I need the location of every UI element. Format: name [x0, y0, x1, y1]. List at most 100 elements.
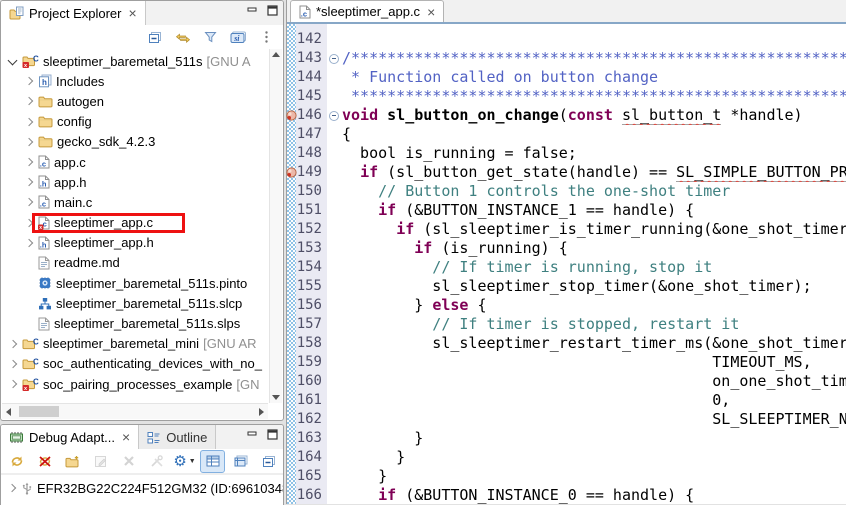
code-line[interactable]: 152 if (sl_sleeptimer_is_timer_running(&… — [287, 220, 846, 239]
fold-column[interactable] — [327, 106, 342, 125]
fold-column — [327, 315, 342, 334]
fold-column — [327, 277, 342, 296]
fold-collapse-icon[interactable] — [329, 111, 339, 121]
debug-adapter-row[interactable]: EFR32BG22C224F512GM32 (ID:69610348 — [1, 474, 283, 501]
tree-item[interactable]: sleeptimer_baremetal_511s.pinto — [2, 273, 268, 293]
filter-button[interactable] — [198, 26, 223, 49]
tree-item[interactable]: .happ.h — [2, 172, 268, 192]
si-filter-button[interactable]: si — [226, 26, 251, 49]
view-menu-button[interactable] — [254, 26, 279, 49]
code-line[interactable]: 147{ — [287, 125, 846, 144]
code-line[interactable]: 162 SL_SLEEPTIMER_N — [287, 410, 846, 429]
gutter-annotation — [287, 106, 296, 125]
pe-vscrollbar[interactable] — [269, 49, 282, 403]
code-line[interactable]: 163 } — [287, 429, 846, 448]
tree-item[interactable]: gecko_sdk_4.2.3 — [2, 132, 268, 152]
code-line[interactable]: 146void sl_button_on_change(const sl_but… — [287, 106, 846, 125]
disconnect-button[interactable] — [32, 450, 57, 473]
maximize-icon[interactable] — [267, 429, 278, 440]
code-line[interactable]: 165 } — [287, 467, 846, 486]
tree-item[interactable]: Csleeptimer_baremetal_mini [GNU AR — [2, 334, 268, 354]
chevron-right-icon[interactable] — [24, 197, 34, 207]
fold-collapse-icon[interactable] — [329, 54, 339, 64]
line-number: 163 — [296, 429, 327, 448]
connect-button[interactable] — [4, 450, 29, 473]
tab-debug-adapters[interactable]: Debug Adapt... × — [1, 425, 139, 449]
tree-item[interactable]: Cxsoc_pairing_processes_example [GN — [2, 374, 268, 394]
chevron-right-icon[interactable] — [24, 76, 34, 86]
folder-icon — [38, 115, 53, 128]
project-explorer-tabbar: Project Explorer × — [1, 1, 283, 25]
tab-sleeptimer-app-c[interactable]: .c *sleeptimer_app.c × — [290, 0, 444, 22]
tree-item[interactable]: .hsleeptimer_app.h — [2, 233, 268, 253]
code-line[interactable]: 157 // If timer is stopped, restart it — [287, 315, 846, 334]
collapse-all-button[interactable] — [256, 450, 281, 473]
scroll-thumb[interactable] — [19, 406, 59, 417]
tree-item[interactable]: readme.md — [2, 253, 268, 273]
tree-item[interactable]: Csoc_authenticating_devices_with_no_ — [2, 354, 268, 374]
code-line[interactable]: 161 0, — [287, 391, 846, 410]
chevron-right-icon[interactable] — [8, 359, 18, 369]
tile-view-button[interactable] — [228, 450, 253, 473]
minimize-icon[interactable] — [247, 430, 258, 440]
chevron-right-icon[interactable] — [24, 137, 34, 147]
code-line[interactable]: 158 sl_sleeptimer_restart_timer_ms(&one_… — [287, 334, 846, 353]
fold-column[interactable] — [327, 49, 342, 68]
code-line[interactable]: 151 if (&BUTTON_INSTANCE_1 == handle) { — [287, 201, 846, 220]
rename-button[interactable] — [88, 450, 113, 473]
code-area[interactable]: 142143/*********************************… — [287, 24, 846, 504]
tab-outline[interactable]: Outline — [139, 425, 216, 449]
code-line[interactable]: 143/************************************… — [287, 49, 846, 68]
chevron-right-icon[interactable] — [24, 96, 34, 106]
code-line[interactable]: 160 on_one_shot_tim — [287, 372, 846, 391]
tab-project-explorer[interactable]: Project Explorer × — [1, 1, 146, 25]
tree-item[interactable]: autogen — [2, 91, 268, 111]
minimize-icon[interactable] — [247, 6, 258, 16]
tree-item[interactable]: .capp.c — [2, 152, 268, 172]
code-line[interactable]: 149 if (sl_button_get_state(handle) == S… — [287, 163, 846, 182]
new-group-button[interactable] — [60, 450, 85, 473]
close-icon[interactable]: × — [128, 7, 136, 19]
maximize-icon[interactable] — [267, 5, 278, 16]
chevron-right-icon[interactable] — [7, 483, 17, 493]
tree-item[interactable]: Cxsleeptimer_baremetal_511s [GNU A — [2, 51, 268, 71]
table-view-button[interactable] — [200, 450, 225, 473]
gear-menu-button[interactable]: ⚙▼ — [172, 450, 197, 473]
chevron-down-icon[interactable] — [8, 56, 18, 66]
tree-item[interactable]: .cmain.c — [2, 192, 268, 212]
tree-item[interactable]: sleeptimer_baremetal_511s.slcp — [2, 293, 268, 313]
code-line[interactable]: 144 * Function called on button change — [287, 68, 846, 87]
tree-item[interactable]: sleeptimer_baremetal_511s.slps — [2, 313, 268, 333]
chevron-right-icon[interactable] — [24, 238, 34, 248]
chevron-right-icon[interactable] — [24, 218, 34, 228]
tree-item[interactable]: .cxsleeptimer_app.c — [2, 213, 268, 233]
code-line[interactable]: 155 sl_sleeptimer_stop_timer(&one_shot_t… — [287, 277, 846, 296]
line-number: 149 — [296, 163, 327, 182]
link-editor-button[interactable] — [170, 26, 195, 49]
code-line[interactable]: 166 if (&BUTTON_INSTANCE_0 == handle) { — [287, 486, 846, 505]
chevron-right-icon[interactable] — [8, 379, 18, 389]
chevron-right-icon[interactable] — [8, 339, 18, 349]
chevron-right-icon[interactable] — [24, 157, 34, 167]
code-line[interactable]: 154 // If timer is running, stop it — [287, 258, 846, 277]
close-icon[interactable]: × — [122, 431, 130, 443]
delete-button[interactable] — [116, 450, 141, 473]
preferences-button[interactable] — [144, 450, 169, 473]
tree-item[interactable]: hIncludes — [2, 71, 268, 91]
code-line[interactable]: 164 } — [287, 448, 846, 467]
close-icon[interactable]: × — [427, 6, 435, 18]
chevron-right-icon[interactable] — [24, 177, 34, 187]
tree-item[interactable]: config — [2, 112, 268, 132]
pe-hscrollbar[interactable] — [2, 403, 268, 419]
code-line[interactable]: 145 ************************************… — [287, 87, 846, 106]
code-line[interactable]: 148 bool is_running = false; — [287, 144, 846, 163]
tree-item-label: soc_pairing_processes_example — [43, 377, 232, 392]
code-line[interactable]: 156 } else { — [287, 296, 846, 315]
code-line[interactable]: 153 if (is_running) { — [287, 239, 846, 258]
chevron-right-icon[interactable] — [24, 117, 34, 127]
code-line[interactable]: 159 TIMEOUT_MS, — [287, 353, 846, 372]
code-line[interactable]: 150 // Button 1 controls the one-shot ti… — [287, 182, 846, 201]
code-line[interactable]: 142 — [287, 30, 846, 49]
editor-body: 142143/*********************************… — [287, 24, 846, 504]
collapse-all-button[interactable] — [142, 26, 167, 49]
